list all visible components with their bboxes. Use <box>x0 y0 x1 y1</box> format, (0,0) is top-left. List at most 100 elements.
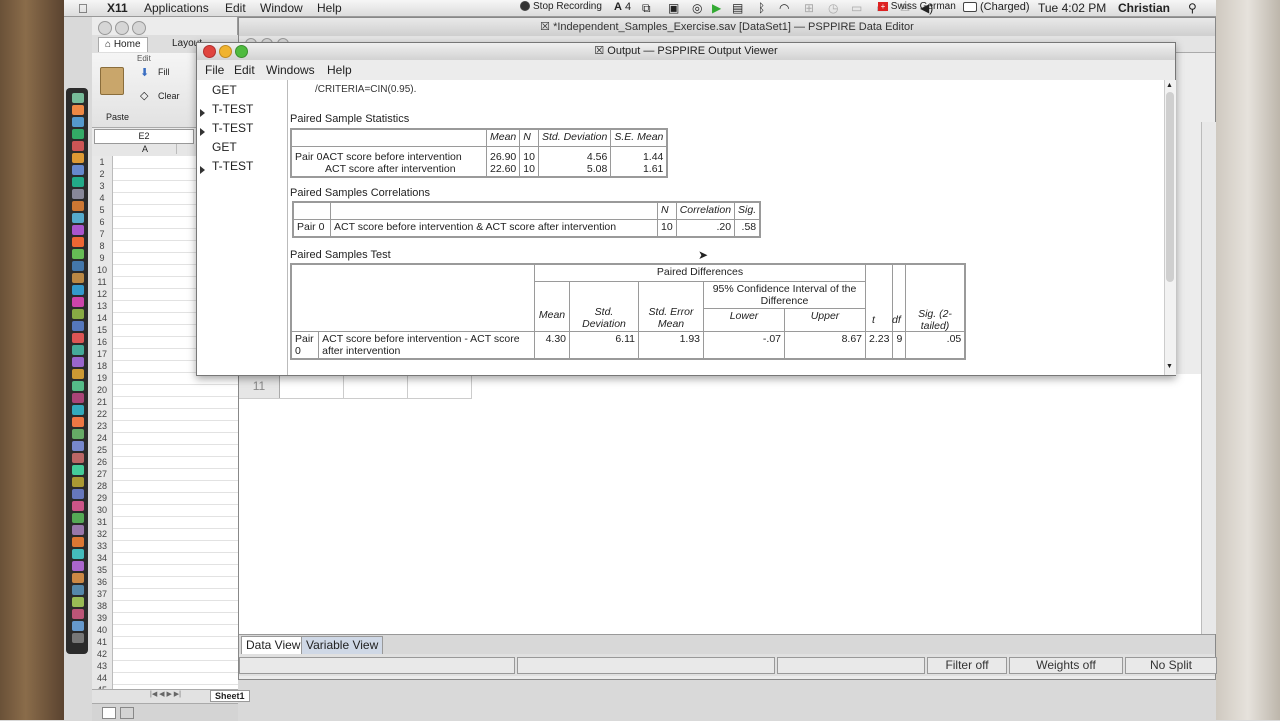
dock-app-icon[interactable] <box>72 477 84 487</box>
row-number[interactable]: 30 <box>92 504 113 516</box>
row-number[interactable]: 40 <box>92 624 113 636</box>
clock[interactable]: Tue 4:02 PM <box>1038 1 1106 15</box>
dock-app-icon[interactable] <box>72 417 84 427</box>
display-icon[interactable]: ▤ <box>732 1 743 15</box>
dock-app-icon[interactable] <box>72 273 84 283</box>
dock-app-icon[interactable] <box>72 93 84 103</box>
outline-item-t-test[interactable]: T-TEST <box>212 158 253 174</box>
dock-app-icon[interactable] <box>72 609 84 619</box>
row-header[interactable]: 11 <box>239 374 280 399</box>
dock-app-icon[interactable] <box>72 489 84 499</box>
paste-button[interactable]: Paste <box>106 112 129 122</box>
row-number[interactable]: 26 <box>92 456 113 468</box>
bluetooth-icon[interactable]: ᛒ <box>758 1 765 15</box>
dock-app-icon[interactable] <box>72 597 84 607</box>
dock-app-icon[interactable] <box>72 621 84 631</box>
scrollbar-thumb[interactable] <box>1166 92 1174 282</box>
dock-app-icon[interactable] <box>72 453 84 463</box>
row-number[interactable]: 37 <box>92 588 113 600</box>
row-number[interactable]: 8 <box>92 240 113 252</box>
scroll-up-arrow-icon[interactable]: ▲ <box>1166 82 1173 89</box>
user-menu[interactable]: Christian <box>1118 1 1170 15</box>
row-number[interactable]: 28 <box>92 480 113 492</box>
dock-app-icon[interactable] <box>72 549 84 559</box>
dock-app-icon[interactable] <box>72 345 84 355</box>
close-button[interactable] <box>203 45 216 58</box>
menu-window[interactable]: Window <box>260 1 303 15</box>
data-cell[interactable] <box>279 374 344 399</box>
row-number[interactable]: 14 <box>92 312 113 324</box>
dock-app-icon[interactable] <box>72 129 84 139</box>
dock-app-icon[interactable] <box>72 297 84 307</box>
column-header-a[interactable]: A <box>114 144 177 154</box>
sheet-nav-icon[interactable]: |◀ ◀ ▶ ▶| <box>150 690 181 698</box>
row-number[interactable]: 12 <box>92 288 113 300</box>
dock-app-icon[interactable] <box>72 189 84 199</box>
row-number[interactable]: 16 <box>92 336 113 348</box>
dock-app-icon[interactable] <box>72 513 84 523</box>
apple-menu-icon[interactable]:  <box>78 1 88 16</box>
row-number[interactable]: 5 <box>92 204 113 216</box>
row-number[interactable]: 2 <box>92 168 113 180</box>
dock-app-icon[interactable] <box>72 165 84 175</box>
dock-app-icon[interactable] <box>72 309 84 319</box>
scroll-down-arrow-icon[interactable]: ▼ <box>1166 363 1173 370</box>
row-number[interactable]: 10 <box>92 264 113 276</box>
dock-app-icon[interactable] <box>72 333 84 343</box>
excel-zoom-button[interactable] <box>132 21 146 35</box>
row-number[interactable]: 1 <box>92 156 113 168</box>
row-number[interactable]: 29 <box>92 492 113 504</box>
dock-app-icon[interactable] <box>72 465 84 475</box>
data-editor-scrollbar[interactable] <box>1201 122 1216 634</box>
row-number[interactable]: 23 <box>92 420 113 432</box>
row-number[interactable]: 32 <box>92 528 113 540</box>
dock-app-icon[interactable] <box>72 561 84 571</box>
row-number[interactable]: 43 <box>92 660 113 672</box>
dock-app-icon[interactable] <box>72 117 84 127</box>
dock-app-icon[interactable] <box>72 429 84 439</box>
row-number[interactable]: 25 <box>92 444 113 456</box>
row-number[interactable]: 34 <box>92 552 113 564</box>
excel-close-button[interactable] <box>98 21 112 35</box>
row-number[interactable]: 24 <box>92 432 113 444</box>
row-number[interactable]: 19 <box>92 372 113 384</box>
menu-edit[interactable]: Edit <box>234 63 255 77</box>
output-viewer-titlebar[interactable]: ☒ Output — PSPPIRE Output Viewer <box>197 43 1175 61</box>
menu-help[interactable]: Help <box>327 63 352 77</box>
screen-icon[interactable]: ▣ <box>668 1 679 15</box>
wifi-icon[interactable]: ◠ <box>779 1 789 15</box>
dock-app-icon[interactable] <box>72 369 84 379</box>
spotlight-search-icon[interactable]: ⚲ <box>1188 1 1197 15</box>
grid-icon[interactable]: ⊞ <box>804 1 814 15</box>
target-icon[interactable]: ◎ <box>692 1 702 15</box>
monitor-icon[interactable]: ▭ <box>851 1 862 15</box>
row-number[interactable]: 27 <box>92 468 113 480</box>
dock-app-icon[interactable] <box>72 633 84 643</box>
expand-triangle-icon[interactable] <box>200 109 205 117</box>
dock-app-icon[interactable] <box>72 105 84 115</box>
zoom-button[interactable] <box>235 45 248 58</box>
paired-stats-table[interactable]: Mean N Std. Deviation S.E. Mean Pair 0AC… <box>290 128 669 178</box>
menu-edit[interactable]: Edit <box>225 1 246 15</box>
menu-windows[interactable]: Windows <box>266 63 315 77</box>
normal-view-icon[interactable] <box>102 707 116 719</box>
page-layout-view-icon[interactable] <box>120 707 134 719</box>
dock-app-icon[interactable] <box>72 225 84 235</box>
dock-app-icon[interactable] <box>72 249 84 259</box>
dock-app-icon[interactable] <box>72 573 84 583</box>
row-number[interactable]: 39 <box>92 612 113 624</box>
clear-button[interactable]: Clear <box>158 91 180 101</box>
data-cell[interactable] <box>407 374 472 399</box>
correlations-table[interactable]: N Correlation Sig. Pair 0 ACT score befo… <box>292 201 762 238</box>
time-machine-icon[interactable]: ◷ <box>828 1 838 15</box>
dock-app-icon[interactable] <box>72 405 84 415</box>
row-number[interactable]: 11 <box>92 276 113 288</box>
tab-data-view[interactable]: Data View <box>241 636 306 654</box>
dock-app-icon[interactable] <box>72 585 84 595</box>
data-editor-titlebar[interactable]: ☒ *Independent_Samples_Exercise.sav [Dat… <box>239 18 1215 37</box>
row-number[interactable]: 6 <box>92 216 113 228</box>
row-number[interactable]: 33 <box>92 540 113 552</box>
dock-app-icon[interactable] <box>72 537 84 547</box>
minimize-button[interactable] <box>219 45 232 58</box>
dock-app-icon[interactable] <box>72 525 84 535</box>
